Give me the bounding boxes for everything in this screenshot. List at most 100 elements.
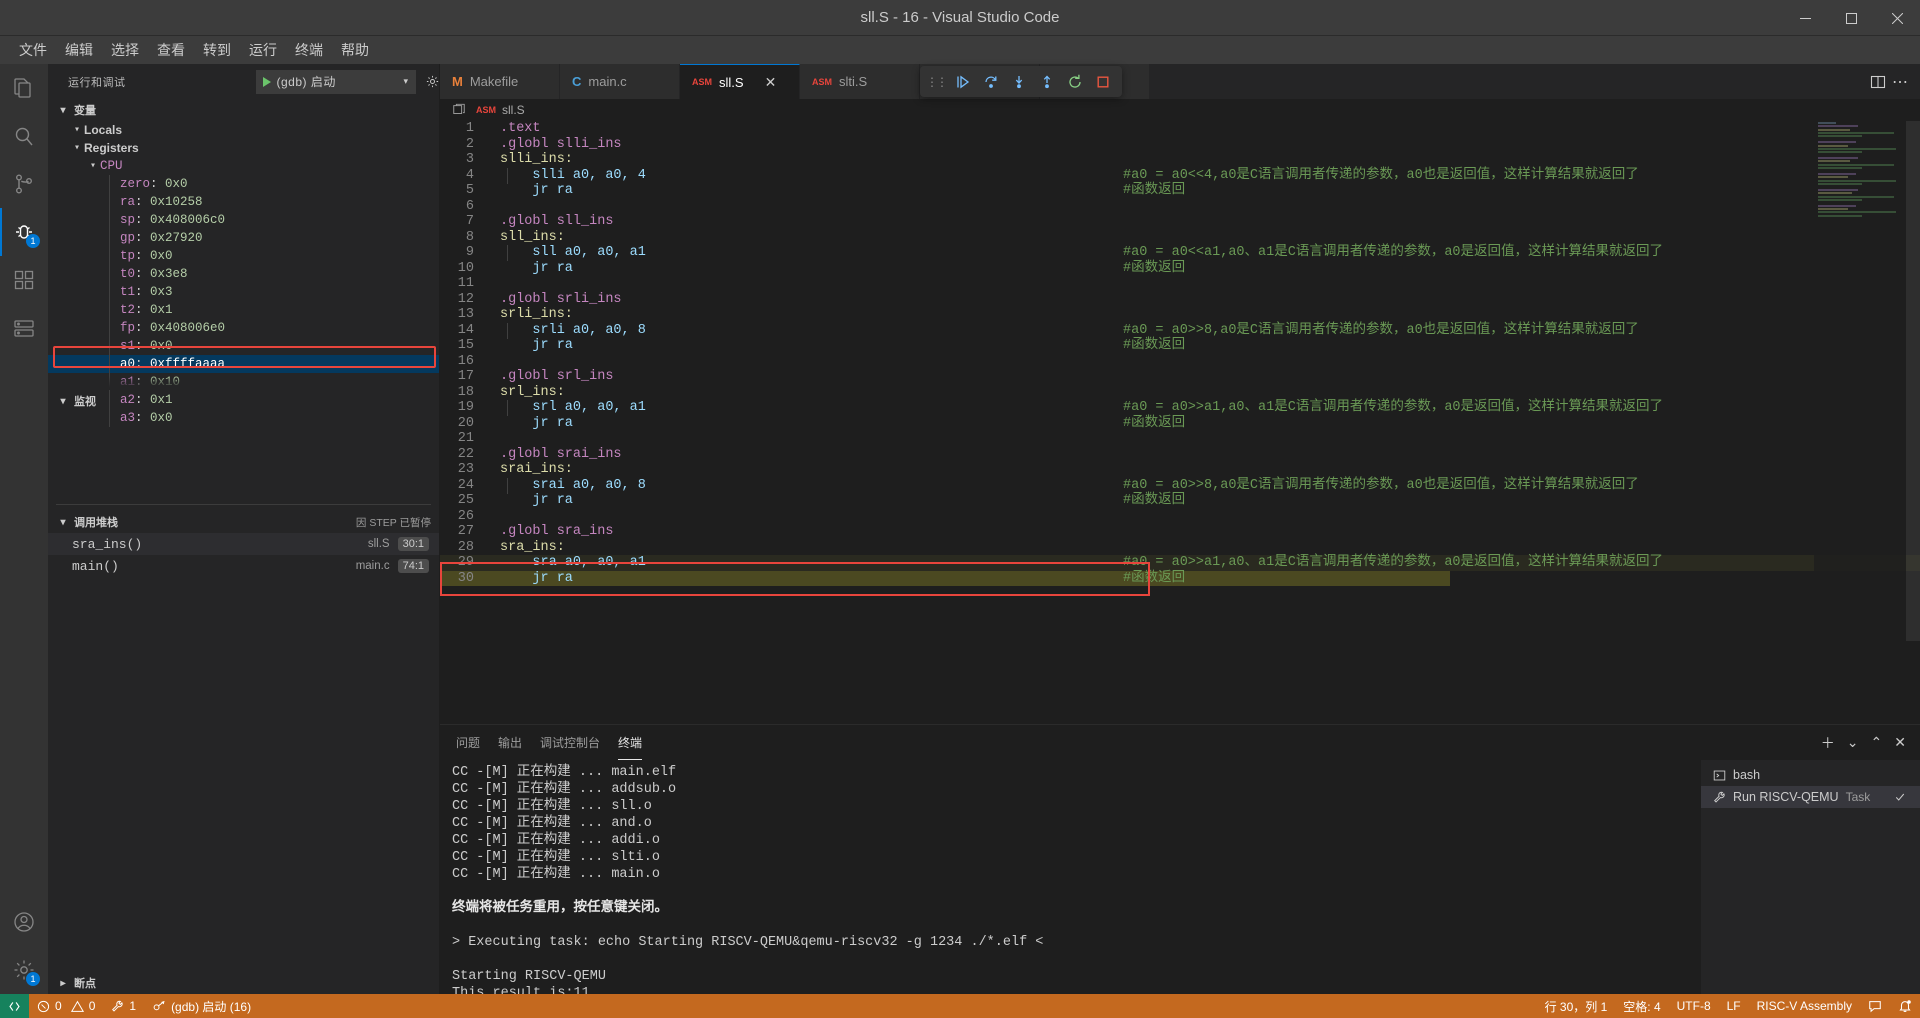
code-line[interactable]: 18srl_ins:	[440, 385, 1920, 401]
code-line[interactable]: 25 jr ra#函数返回	[440, 493, 1920, 509]
menu-run[interactable]: 运行	[240, 37, 286, 63]
status-notifications[interactable]	[1890, 994, 1920, 1018]
split-editor-button[interactable]	[1870, 74, 1886, 90]
minimap[interactable]	[1814, 121, 1906, 724]
code-line[interactable]: 14 srli a0, a0, 8#a0 = a0>>8,a0是C语言调用者传递…	[440, 323, 1920, 339]
menu-terminal[interactable]: 终端	[286, 37, 332, 63]
debug-continue-button[interactable]	[950, 69, 976, 95]
code-editor[interactable]: 1.text 2.globl slli_ins 3slli_ins: 4 sll…	[440, 121, 1920, 724]
close-button[interactable]	[1874, 0, 1920, 36]
tab-sll-s[interactable]: ASM sll.S ✕	[680, 64, 800, 99]
code-line[interactable]: 19 srl a0, a0, a1#a0 = a0>>a1,a0、a1是C语言调…	[440, 400, 1920, 416]
register-row-a0[interactable]: a0: 0xffffaaaa	[48, 355, 439, 373]
status-problems[interactable]: 0 0	[29, 994, 103, 1018]
tab-close-icon[interactable]: ✕	[765, 74, 777, 91]
code-line[interactable]: 28sra_ins:	[440, 540, 1920, 556]
panel-tab-problems[interactable]: 问题	[456, 725, 480, 760]
register-row-t1[interactable]: t1: 0x3	[48, 283, 439, 301]
code-line[interactable]: 11	[440, 276, 1920, 292]
panel-close-button[interactable]: ✕	[1894, 734, 1906, 751]
callstack-row-0[interactable]: sra_ins() sll.S 30:1	[48, 533, 439, 555]
menu-selection[interactable]: 选择	[102, 37, 148, 63]
activitybar-remote-explorer[interactable]	[0, 304, 48, 352]
menu-go[interactable]: 转到	[194, 37, 240, 63]
menu-file[interactable]: 文件	[10, 37, 56, 63]
terminal-list-item-task[interactable]: Run RISCV-QEMU Task	[1701, 786, 1920, 808]
editor-scrollbar-thumb[interactable]	[1906, 121, 1920, 641]
activitybar-extensions[interactable]	[0, 256, 48, 304]
drag-handle-icon[interactable]: ⋮⋮	[926, 75, 948, 89]
register-row-t2[interactable]: t2: 0x1	[48, 301, 439, 319]
menu-help[interactable]: 帮助	[332, 37, 378, 63]
code-line[interactable]: 7.globl sll_ins	[440, 214, 1920, 230]
register-row-s1[interactable]: s1: 0x0	[48, 337, 439, 355]
debug-step-over-button[interactable]	[978, 69, 1004, 95]
code-line[interactable]: 2.globl slli_ins	[440, 137, 1920, 153]
launch-config-select[interactable]: (gdb) 启动 ▾	[256, 70, 416, 94]
code-line[interactable]: 9 sll a0, a0, a1#a0 = a0<<a1,a0、a1是C语言调用…	[440, 245, 1920, 261]
activitybar-search[interactable]	[0, 112, 48, 160]
code-line[interactable]: 1.text	[440, 121, 1920, 137]
activitybar-accounts[interactable]	[0, 898, 48, 946]
panel-maximize-button[interactable]: ⌃	[1871, 734, 1883, 751]
code-line[interactable]: 3slli_ins:	[440, 152, 1920, 168]
menu-edit[interactable]: 编辑	[56, 37, 102, 63]
code-line[interactable]: 26	[440, 509, 1920, 525]
code-line[interactable]: 16	[440, 354, 1920, 370]
activitybar-explorer[interactable]	[0, 64, 48, 112]
minimize-button[interactable]	[1782, 0, 1828, 36]
code-line[interactable]: 8sll_ins:	[440, 230, 1920, 246]
panel-tab-output[interactable]: 输出	[498, 725, 522, 760]
register-row-tp[interactable]: tp: 0x0	[48, 247, 439, 265]
code-line[interactable]: 27.globl sra_ins	[440, 524, 1920, 540]
status-debug-session[interactable]: (gdb) 启动 (16)	[144, 994, 259, 1018]
maximize-button[interactable]	[1828, 0, 1874, 36]
terminal-list-item-bash[interactable]: bash	[1701, 764, 1920, 786]
editor-scrollbar[interactable]	[1906, 121, 1920, 724]
panel-tab-terminal[interactable]: 终端	[618, 725, 642, 760]
code-line[interactable]: 22.globl srai_ins	[440, 447, 1920, 463]
tab-main-c[interactable]: C main.c	[560, 64, 680, 99]
code-line-breakpoint[interactable]: 29 sra a0, a0, a1#a0 = a0>>a1,a0、a1是C语言调…	[440, 555, 1920, 571]
debug-step-into-button[interactable]	[1006, 69, 1032, 95]
activitybar-scm[interactable]	[0, 160, 48, 208]
status-build-tasks[interactable]: 1	[103, 994, 144, 1018]
split-view-icon[interactable]	[452, 103, 466, 117]
code-line[interactable]: 21	[440, 431, 1920, 447]
code-line[interactable]: 10 jr ra#函数返回	[440, 261, 1920, 277]
callstack-section-header[interactable]: ▾ 调用堆栈 因 STEP 已暂停	[48, 511, 439, 533]
register-row-gp[interactable]: gp: 0x27920	[48, 229, 439, 247]
activitybar-run-debug[interactable]: 1	[0, 208, 48, 256]
variables-section-header[interactable]: ▾ 变量	[48, 99, 439, 121]
code-line-current[interactable]: 30 jr ra#函数返回	[440, 571, 1450, 587]
debug-stop-button[interactable]	[1090, 69, 1116, 95]
remote-indicator[interactable]	[0, 994, 29, 1018]
breadcrumb-file[interactable]: sll.S	[502, 103, 525, 117]
debug-restart-button[interactable]	[1062, 69, 1088, 95]
panel-tab-debug-console[interactable]: 调试控制台	[540, 725, 600, 760]
status-feedback[interactable]	[1860, 994, 1890, 1018]
register-row-fp[interactable]: fp: 0x408006e0	[48, 319, 439, 337]
code-line[interactable]: 12.globl srli_ins	[440, 292, 1920, 308]
register-row-ra[interactable]: ra: 0x10258	[48, 193, 439, 211]
code-line[interactable]: 17.globl srl_ins	[440, 369, 1920, 385]
tree-item-registers[interactable]: ▾ Registers	[48, 139, 439, 157]
editor-more-actions-button[interactable]: ⋯	[1892, 72, 1908, 92]
status-indentation[interactable]: 空格: 4	[1615, 994, 1668, 1018]
activitybar-settings[interactable]: 1	[0, 946, 48, 994]
watch-section-header[interactable]: ▾ 监视	[48, 390, 439, 412]
status-language-mode[interactable]: RISC-V Assembly	[1749, 994, 1860, 1018]
status-encoding[interactable]: UTF-8	[1669, 994, 1719, 1018]
code-line[interactable]: 4 slli a0, a0, 4#a0 = a0<<4,a0是C语言调用者传递的…	[440, 168, 1920, 184]
register-row-t0[interactable]: t0: 0x3e8	[48, 265, 439, 283]
tree-item-locals[interactable]: ▾ Locals	[48, 121, 439, 139]
tree-item-cpu[interactable]: ▾ CPU	[48, 157, 439, 175]
menu-view[interactable]: 查看	[148, 37, 194, 63]
status-eol[interactable]: LF	[1719, 994, 1749, 1018]
terminal-output[interactable]: CC -[M] 正在构建 ... main.elf CC -[M] 正在构建 .…	[440, 760, 1700, 994]
new-terminal-button[interactable]: ＋	[1821, 733, 1835, 753]
breakpoints-section-header[interactable]: ▸ 断点	[48, 972, 439, 994]
register-row-sp[interactable]: sp: 0x408006c0	[48, 211, 439, 229]
callstack-row-1[interactable]: main() main.c 74:1	[48, 555, 439, 577]
tab-makefile[interactable]: M Makefile	[440, 64, 560, 99]
